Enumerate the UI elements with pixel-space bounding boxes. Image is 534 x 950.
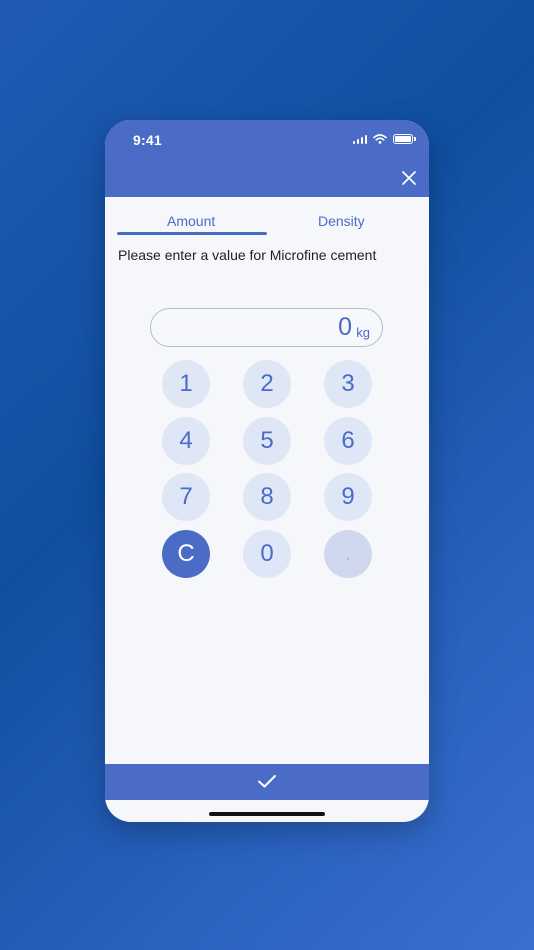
prompt-text: Please enter a value for Microfine cemen… xyxy=(118,247,377,263)
key-0[interactable]: 0 xyxy=(243,530,291,578)
display-value: 0 xyxy=(338,313,352,341)
value-display: 0 kg xyxy=(150,308,383,347)
battery-icon xyxy=(393,134,416,144)
clear-button[interactable]: C xyxy=(162,530,210,578)
key-5[interactable]: 5 xyxy=(243,417,291,465)
confirm-button[interactable] xyxy=(105,764,429,800)
active-tab-indicator xyxy=(117,232,267,235)
checkmark-icon xyxy=(258,775,276,788)
key-7[interactable]: 7 xyxy=(162,473,210,521)
status-time: 9:41 xyxy=(133,132,162,148)
close-icon xyxy=(402,171,416,185)
tab-density[interactable]: Density xyxy=(318,213,365,229)
status-icons xyxy=(352,134,416,144)
key-4[interactable]: 4 xyxy=(162,417,210,465)
tab-bar: Amount Density xyxy=(105,197,429,237)
close-button[interactable] xyxy=(399,168,419,188)
signal-icon xyxy=(352,134,367,144)
key-2[interactable]: 2 xyxy=(243,360,291,408)
home-indicator xyxy=(209,812,325,816)
key-9[interactable]: 9 xyxy=(324,473,372,521)
key-1[interactable]: 1 xyxy=(162,360,210,408)
header-bar: 9:41 xyxy=(105,120,429,197)
tab-amount[interactable]: Amount xyxy=(167,213,215,229)
key-3[interactable]: 3 xyxy=(324,360,372,408)
key-6[interactable]: 6 xyxy=(324,417,372,465)
phone-frame: 9:41 Amount Density Please enter a value… xyxy=(105,120,429,822)
decimal-key[interactable]: . xyxy=(324,530,372,578)
key-8[interactable]: 8 xyxy=(243,473,291,521)
wifi-icon xyxy=(373,134,387,144)
display-unit: kg xyxy=(356,325,370,340)
